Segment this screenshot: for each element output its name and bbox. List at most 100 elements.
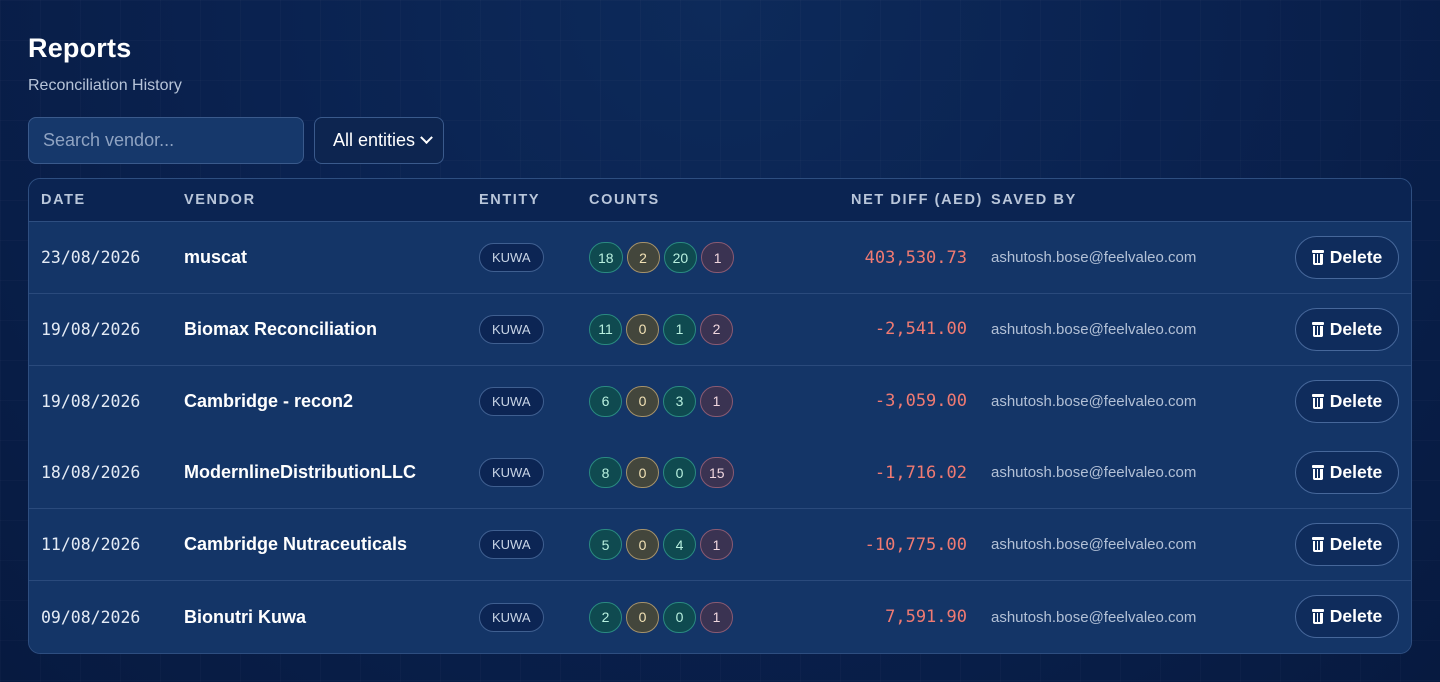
column-header-saved-by: SAVED BY bbox=[991, 192, 1077, 208]
vendor-cell: Cambridge - recon2 bbox=[184, 390, 354, 411]
delete-button[interactable]: Delete bbox=[1295, 236, 1399, 279]
entity-cell: KUWA bbox=[479, 509, 544, 580]
count-badge: 20 bbox=[663, 242, 698, 273]
count-badge: 0 bbox=[663, 457, 696, 489]
count-badge: 0 bbox=[626, 457, 659, 489]
counts-cell: 2001 bbox=[589, 581, 733, 653]
entity-badge: KUWA bbox=[479, 314, 544, 344]
trash-icon bbox=[1311, 537, 1324, 553]
trash-icon bbox=[1311, 250, 1324, 265]
count-badge: 0 bbox=[626, 601, 659, 633]
count-badge: 0 bbox=[626, 529, 659, 561]
table-row: 19/08/2026 Cambridge - recon2 KUWA 6 0 3 1 -3,0… bbox=[29, 365, 1411, 438]
table-row: 18/08/2026 ModernlineDistributionLLC KUWA 8… bbox=[29, 437, 1411, 510]
count-badge: 3 bbox=[663, 385, 696, 417]
page-subtitle: Reconciliation History bbox=[28, 77, 182, 94]
count-badge: 6 bbox=[589, 385, 622, 417]
vendor-cell: Cambridge Nutraceuticals bbox=[184, 534, 408, 555]
counts-cell: 18 2 20 1 bbox=[589, 222, 735, 293]
table-row: 11/08/2026 Cambridge Nutraceuticals KUWA 5 0… bbox=[29, 509, 1411, 582]
table-header: DATE VENDOR ENTITY COUNTS NET DIFF (AED)… bbox=[29, 179, 1411, 222]
saved-by-cell: ashutosh.bose@feelvaleo.com bbox=[991, 392, 1197, 410]
entity-badge: KUWA bbox=[479, 243, 544, 272]
saved-by-cell: ashutosh.bose@feelvaleo.com bbox=[991, 536, 1197, 554]
date-cell: 11/08/2026 bbox=[41, 535, 141, 555]
entity-cell: KUWA bbox=[479, 222, 544, 293]
delete-button[interactable]: Delete bbox=[1295, 379, 1399, 423]
table-row: 23/08/2026 muscat KUWA 18 2 20 1 403,530.73 ashu… bbox=[29, 222, 1411, 294]
count-badge: 2 bbox=[626, 242, 660, 273]
delete-button[interactable]: Delete bbox=[1295, 307, 1399, 351]
count-badge: 4 bbox=[663, 529, 696, 561]
count-badge: 5 bbox=[589, 529, 622, 561]
date-cell: 18/08/2026 bbox=[41, 463, 141, 483]
entity-select-value: All entities bbox=[333, 130, 416, 150]
counts-cell: 11 0 1 2 bbox=[589, 294, 733, 365]
date-cell: 19/08/2026 bbox=[41, 391, 141, 411]
column-header-net-diff: NET DIFF (AED) bbox=[851, 192, 983, 208]
column-header-counts: COUNTS bbox=[589, 192, 660, 208]
count-badge: 1 bbox=[700, 529, 733, 561]
count-badge: 1 bbox=[700, 601, 733, 633]
delete-button[interactable]: Delete bbox=[1295, 523, 1399, 567]
vendor-cell: muscat bbox=[184, 247, 248, 267]
entity-cell: KUWA bbox=[479, 366, 544, 437]
delete-button-label: Delete bbox=[1329, 318, 1383, 339]
entity-badge: KUWA bbox=[479, 530, 544, 560]
net-diff-cell: -10,775.00 bbox=[864, 534, 967, 555]
delete-button-label: Delete bbox=[1329, 247, 1383, 267]
table-row: 19/08/2026 Biomax Reconciliation KUWA 11 0 1 2… bbox=[29, 293, 1411, 366]
count-badge: 8 bbox=[589, 457, 622, 489]
net-diff-cell: 7,591.90 bbox=[885, 607, 967, 627]
counts-cell: 8 0 0 15 bbox=[589, 437, 734, 508]
entity-cell: KUWA bbox=[479, 437, 544, 508]
date-cell: 09/08/2026 bbox=[41, 607, 141, 627]
saved-by-cell: ashutosh.bose@feelvaleo.com bbox=[991, 320, 1197, 338]
column-header-vendor: VENDOR bbox=[184, 192, 256, 208]
delete-button-label: Delete bbox=[1329, 534, 1383, 555]
chevron-down-icon bbox=[420, 131, 433, 145]
page-title: Reports bbox=[28, 33, 132, 63]
entity-badge: KUWA bbox=[479, 602, 544, 632]
net-diff-cell: -1,716.02 bbox=[874, 462, 967, 483]
delete-button-label: Delete bbox=[1329, 390, 1383, 411]
column-header-entity: ENTITY bbox=[479, 192, 541, 208]
count-badge: 1 bbox=[701, 242, 735, 273]
entity-cell: KUWA bbox=[479, 581, 544, 653]
count-badge: 1 bbox=[663, 313, 696, 345]
entity-cell: KUWA bbox=[479, 294, 544, 365]
column-header-date: DATE bbox=[41, 192, 86, 208]
date-cell: 19/08/2026 bbox=[41, 319, 141, 339]
count-badge: 11 bbox=[589, 313, 622, 345]
entity-badge: KUWA bbox=[479, 386, 544, 416]
count-badge: 18 bbox=[589, 242, 623, 273]
vendor-cell: ModernlineDistributionLLC bbox=[184, 462, 416, 483]
delete-button-label: Delete bbox=[1329, 606, 1383, 626]
vendor-search-input[interactable] bbox=[28, 117, 304, 164]
count-badge: 1 bbox=[700, 385, 733, 417]
entity-select[interactable]: All entities bbox=[314, 117, 444, 164]
delete-button[interactable]: Delete bbox=[1295, 595, 1399, 638]
saved-by-cell: ashutosh.bose@feelvaleo.com bbox=[991, 464, 1197, 482]
trash-icon bbox=[1311, 393, 1324, 409]
vendor-cell: Biomax Reconciliation bbox=[184, 318, 378, 339]
count-badge: 0 bbox=[626, 313, 659, 345]
entity-badge: KUWA bbox=[479, 458, 544, 488]
trash-icon bbox=[1311, 321, 1324, 337]
net-diff-cell: 403,530.73 bbox=[864, 247, 967, 268]
saved-by-cell: ashutosh.bose@feelvaleo.com bbox=[991, 608, 1197, 626]
delete-button-label: Delete bbox=[1329, 462, 1383, 483]
net-diff-cell: -2,541.00 bbox=[874, 319, 967, 340]
delete-button[interactable]: Delete bbox=[1295, 451, 1399, 495]
date-cell: 23/08/2026 bbox=[41, 248, 141, 267]
count-badge: 0 bbox=[626, 385, 659, 417]
counts-cell: 6031 bbox=[589, 366, 733, 437]
count-badge: 15 bbox=[700, 457, 734, 489]
count-badge: 2 bbox=[589, 601, 622, 633]
trash-icon bbox=[1311, 465, 1324, 481]
reconciliation-table: DATE VENDOR ENTITY COUNTS NET DIFF (AED)… bbox=[28, 178, 1412, 654]
count-badge: 0 bbox=[663, 601, 696, 633]
vendor-cell: Bionutri Kuwa bbox=[184, 606, 306, 627]
net-diff-cell: -3,059.00 bbox=[874, 391, 967, 412]
count-badge: 2 bbox=[700, 313, 733, 345]
